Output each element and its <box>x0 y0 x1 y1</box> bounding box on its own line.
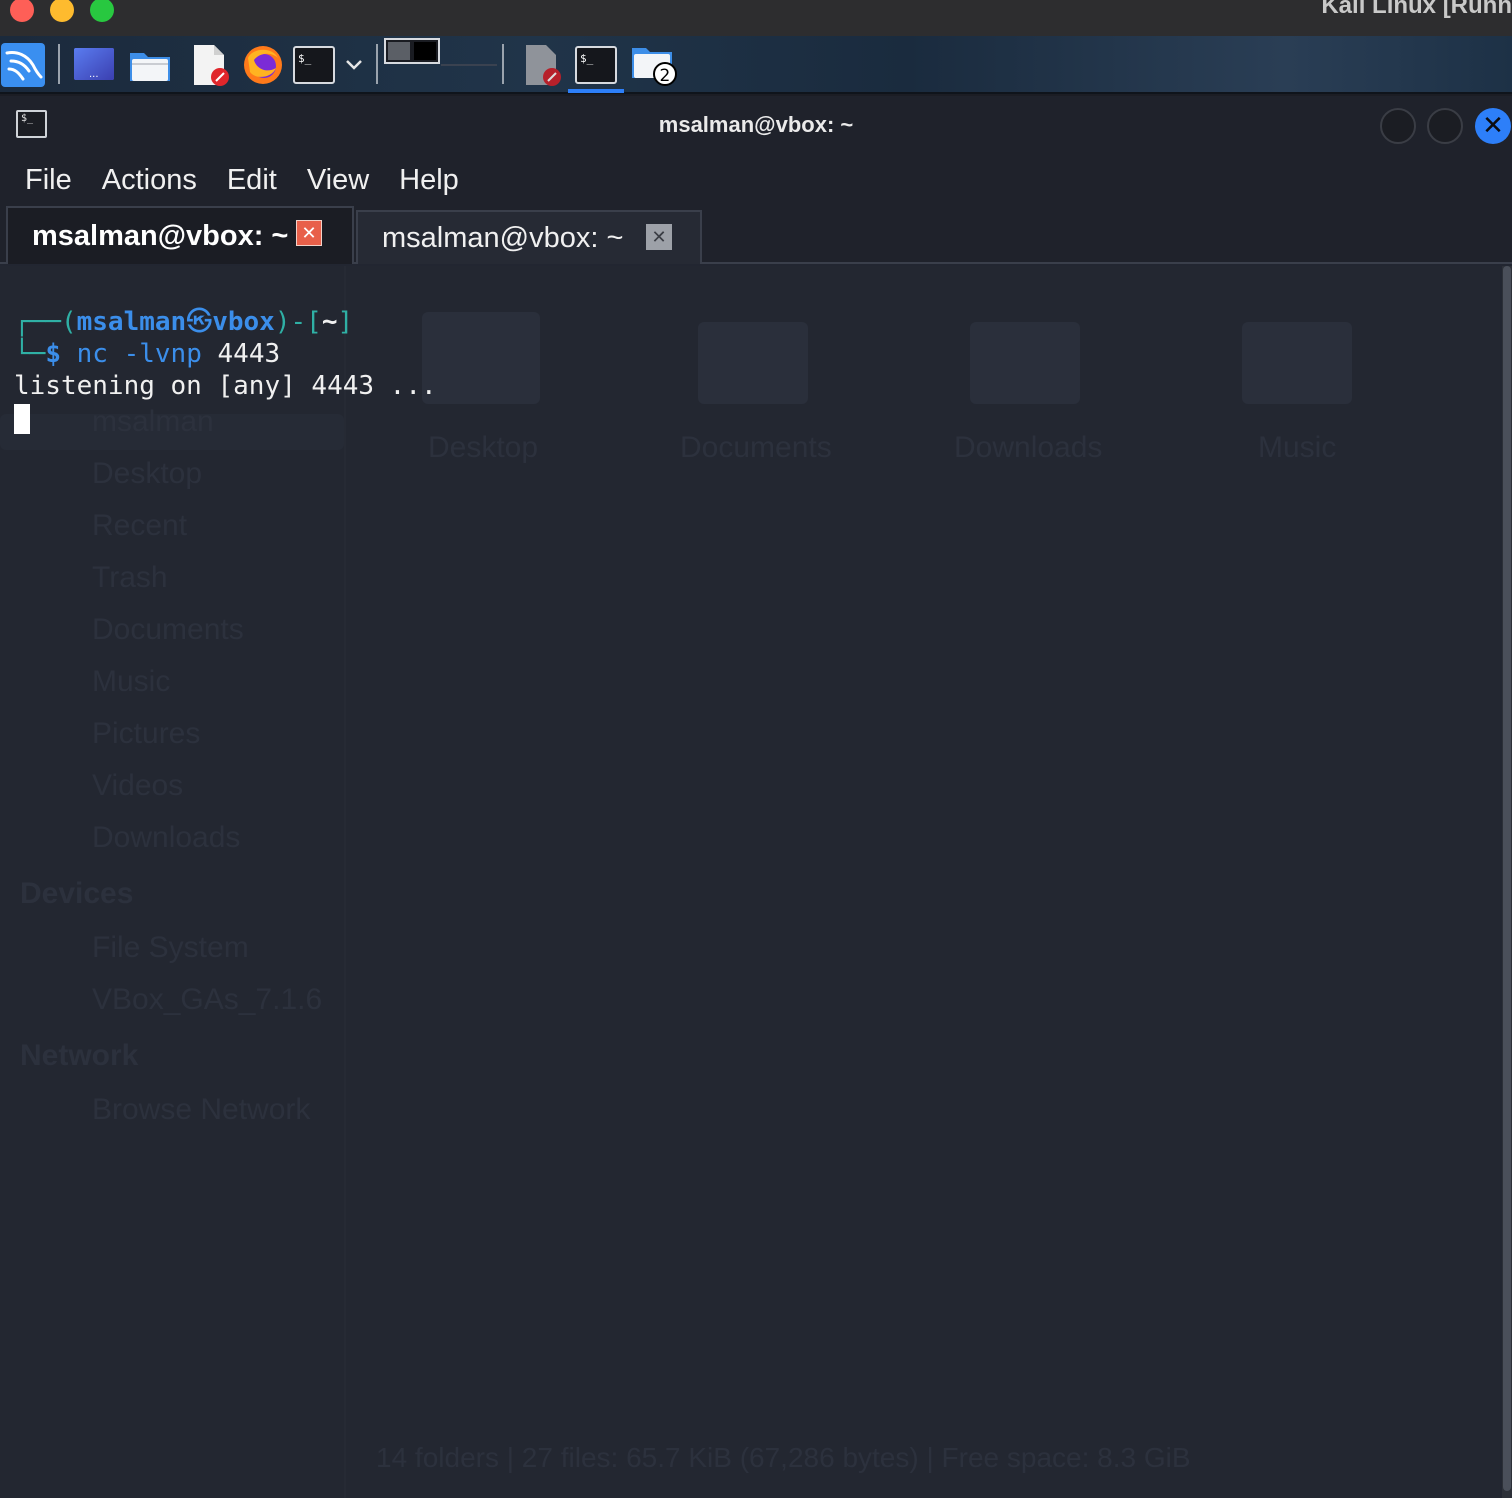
command-args: -lvnp <box>107 339 202 369</box>
workspace-switcher[interactable] <box>384 38 500 88</box>
host-close-button[interactable] <box>10 0 34 22</box>
command-name: nc <box>76 339 108 369</box>
menu-bar: File Actions Edit View Help <box>0 154 1512 206</box>
prompt-corner-bottom: └─ <box>14 339 46 369</box>
prompt-line-2: └─$ nc -lvnp 4443 <box>14 338 1500 370</box>
menu-actions[interactable]: Actions <box>87 164 212 197</box>
svg-text:$_: $_ <box>580 52 594 65</box>
ghost-sidebar-item: Desktop <box>92 457 203 490</box>
ghost-folder-label: Documents <box>680 431 832 464</box>
task-file-manager-icon[interactable]: 2 <box>628 42 680 88</box>
svg-text:...: ... <box>89 69 99 80</box>
svg-text:$_: $_ <box>298 52 312 65</box>
kali-menu-icon[interactable] <box>0 42 46 88</box>
ghost-device-item: VBox_GAs_7.1.6 <box>92 983 323 1016</box>
ghost-folder-label: Music <box>1258 431 1337 464</box>
terminal-scrollbar[interactable] <box>1502 266 1512 1498</box>
file-manager-ghost: msalman Desktop Recent Trash Documents M… <box>0 266 1500 1498</box>
menu-edit[interactable]: Edit <box>212 164 292 197</box>
ghost-devices-heading: Devices <box>20 877 134 910</box>
prompt-corner-top: ┌──( <box>14 307 77 337</box>
panel-separator <box>58 44 60 84</box>
file-manager-icon[interactable] <box>128 42 172 88</box>
tab-close-icon[interactable]: ✕ <box>296 220 322 246</box>
host-zoom-button[interactable] <box>90 0 114 22</box>
ghost-sidebar-item: Documents <box>92 613 244 646</box>
ghost-folder-label: Desktop <box>428 431 539 464</box>
prompt-at-symbol: ㉿ <box>186 307 213 337</box>
ghost-sidebar-item: Downloads <box>92 821 241 854</box>
prompt-separator: )-[ <box>274 307 322 337</box>
desktop-icon[interactable]: ... <box>72 42 116 88</box>
host-minimize-button[interactable] <box>50 0 74 22</box>
ghost-sidebar-item: Trash <box>92 561 168 594</box>
host-title-bar: Kali Linux [Runn <box>0 0 1512 36</box>
ghost-sidebar-item: Recent <box>92 509 188 542</box>
tab-label: msalman@vbox: ~ <box>382 221 624 254</box>
task-terminal-icon[interactable]: $_ <box>572 42 620 88</box>
minimize-button[interactable] <box>1380 108 1416 144</box>
prompt-line-1: ┌──(msalman㉿vbox)-[~] <box>14 306 1500 338</box>
ghost-folder-label: Downloads <box>954 431 1103 464</box>
chevron-down-icon[interactable] <box>340 42 368 88</box>
prompt-directory: ~ <box>321 307 338 337</box>
prompt-dollar: $ <box>45 339 61 369</box>
task-text-editor-icon[interactable] <box>520 42 564 88</box>
ghost-sidebar-item: Pictures <box>92 717 201 750</box>
maximize-button[interactable] <box>1427 108 1463 144</box>
ghost-network-item: Browse Network <box>92 1093 311 1126</box>
tab-terminal-1[interactable]: msalman@vbox: ~ ✕ <box>6 206 354 264</box>
command-port: 4443 <box>201 339 281 369</box>
prompt-user: msalman <box>76 307 187 337</box>
panel-separator <box>376 44 378 84</box>
ghost-sidebar-item: Music <box>92 665 171 698</box>
prompt-close-bracket: ] <box>337 307 354 337</box>
top-panel: ... $_ $_ 2 <box>0 36 1512 94</box>
output-line: listening on [any] 4443 ... <box>14 371 437 401</box>
window-title: msalman@vbox: ~ <box>658 112 854 137</box>
menu-file[interactable]: File <box>10 164 87 197</box>
panel-separator <box>502 44 504 84</box>
terminal-output[interactable]: msalman Desktop Recent Trash Documents M… <box>0 266 1500 1498</box>
host-window-title: Kali Linux [Runn <box>1321 0 1512 19</box>
tab-terminal-2[interactable]: msalman@vbox: ~ ✕ <box>356 210 702 264</box>
menu-view[interactable]: View <box>292 164 384 197</box>
scrollbar-thumb[interactable] <box>1503 266 1511 1491</box>
tab-bar: msalman@vbox: ~ ✕ msalman@vbox: ~ ✕ <box>0 206 1512 264</box>
tab-label: msalman@vbox: ~ <box>32 219 289 252</box>
terminal-launcher-icon[interactable]: $_ <box>292 42 336 88</box>
ghost-status-bar: 14 folders | 27 files: 65.7 KiB (67,286 … <box>376 1442 1191 1473</box>
prompt-host: vbox <box>212 307 275 337</box>
window-count-badge: 2 <box>660 66 671 86</box>
terminal-window: Tools Help $_ msalman@vbox: ~ ✕ File Act… <box>0 96 1512 1498</box>
text-editor-icon[interactable] <box>188 42 232 88</box>
close-button[interactable]: ✕ <box>1475 108 1511 144</box>
menu-help[interactable]: Help <box>384 164 474 197</box>
firefox-icon[interactable] <box>240 42 286 88</box>
window-titlebar: $_ msalman@vbox: ~ ✕ <box>0 96 1512 154</box>
tab-close-icon[interactable]: ✕ <box>646 224 672 250</box>
ghost-network-heading: Network <box>20 1039 139 1072</box>
ghost-sidebar-item: Videos <box>92 769 184 802</box>
cursor-line <box>14 402 1500 434</box>
ghost-device-item: File System <box>92 931 249 964</box>
text-cursor <box>14 403 30 434</box>
active-task-indicator <box>568 89 624 93</box>
